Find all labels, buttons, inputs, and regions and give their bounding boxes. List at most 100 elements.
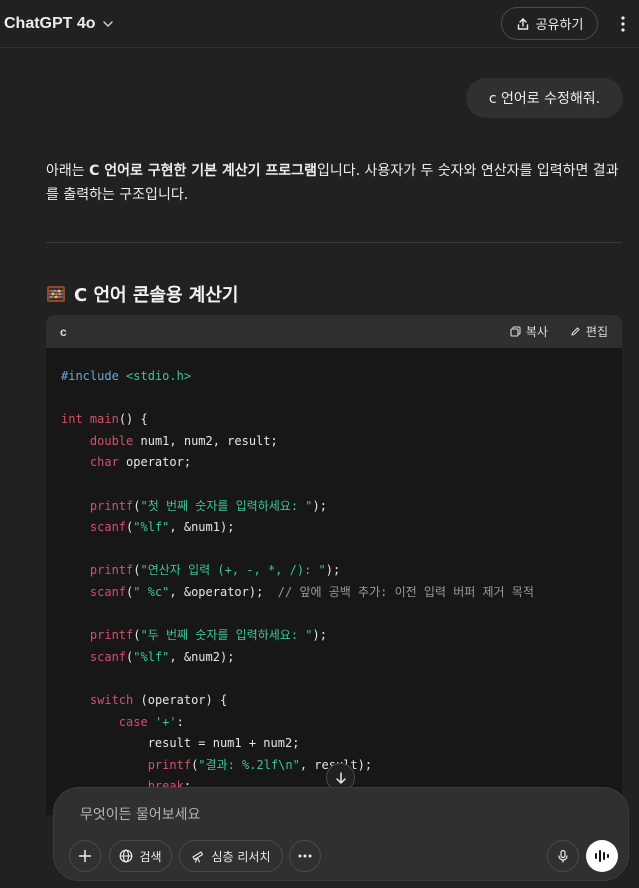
code-token: // 앞에 공백 추가: 이전 입력 버퍼 제거 목적 bbox=[277, 584, 534, 599]
code-content: #include <stdio.h> int main() { double nu… bbox=[46, 348, 622, 798]
more-horizontal-icon bbox=[298, 854, 312, 858]
code-language-label: c bbox=[60, 324, 67, 339]
code-token: (operator) { bbox=[133, 692, 228, 707]
code-line: scanf(" %c", &operator); // 앞에 공백 추가: 이전… bbox=[61, 582, 607, 604]
globe-icon bbox=[120, 849, 133, 863]
model-selector[interactable]: ChatGPT 4o bbox=[4, 12, 114, 36]
answer-text-pre: 아래는 bbox=[46, 163, 90, 179]
section-heading: C 언어 콘솔용 계산기 bbox=[46, 280, 239, 308]
message-composer: 검색 심층 리서치 bbox=[53, 787, 629, 881]
code-token: : bbox=[176, 714, 184, 729]
assistant-answer-text: 아래는 C 언어로 구현한 기본 계산기 프로그램입니다. 사용자가 두 숫자와… bbox=[46, 159, 626, 207]
code-token: ); bbox=[325, 563, 341, 578]
code-line: scanf("%lf", &num1); bbox=[61, 517, 607, 539]
code-line: char operator; bbox=[61, 452, 607, 474]
answer-text-bold: C 언어로 구현한 기본 계산기 프로그램 bbox=[89, 163, 317, 179]
code-line: case '+': bbox=[61, 712, 607, 734]
code-token: switch bbox=[89, 692, 134, 707]
more-options-button[interactable] bbox=[612, 12, 634, 36]
search-label: 검색 bbox=[139, 849, 162, 864]
code-line: double num1, num2, result; bbox=[61, 431, 607, 453]
code-line: int main() { bbox=[61, 409, 607, 431]
dictate-button[interactable] bbox=[547, 840, 579, 872]
telescope-icon bbox=[192, 851, 204, 863]
more-tools-button[interactable] bbox=[289, 840, 321, 872]
code-token: double bbox=[89, 433, 134, 448]
code-token: ( bbox=[133, 628, 141, 643]
code-block: c 복사 편집 #include <stdio.h> int main() { d… bbox=[46, 315, 622, 815]
code-token: "두 번째 숫자를 입력하세요: " bbox=[140, 628, 313, 643]
deep-research-button[interactable]: 심층 리서치 bbox=[179, 840, 283, 872]
code-token: char bbox=[89, 455, 119, 470]
abacus-icon bbox=[47, 286, 65, 302]
voice-mode-button[interactable] bbox=[586, 840, 618, 872]
code-token: operator; bbox=[118, 455, 192, 470]
copy-label: 복사 bbox=[525, 325, 548, 339]
code-token: "첫 번째 숫자를 입력하세요: " bbox=[140, 498, 313, 513]
code-token: #include bbox=[61, 369, 127, 383]
code-line: switch (operator) { bbox=[61, 690, 607, 712]
deep-research-label: 심층 리서치 bbox=[211, 849, 271, 864]
microphone-icon bbox=[558, 849, 568, 863]
code-block-header: c 복사 편집 bbox=[46, 315, 622, 348]
edit-code-button[interactable]: 편집 bbox=[570, 323, 608, 340]
code-token: scanf bbox=[89, 520, 127, 535]
code-token: , &num2); bbox=[169, 649, 235, 664]
user-message-bubble: c 언어로 수정해줘. bbox=[466, 78, 623, 118]
code-token: ); bbox=[312, 628, 327, 643]
code-token: '+' bbox=[154, 714, 177, 729]
share-icon bbox=[517, 17, 528, 30]
code-token: "결과: %.2lf\n" bbox=[198, 757, 300, 772]
code-token: " %c" bbox=[133, 584, 170, 599]
pencil-icon bbox=[571, 327, 580, 336]
copy-icon bbox=[510, 326, 521, 337]
section-divider bbox=[46, 242, 622, 243]
code-line: printf("첫 번째 숫자를 입력하세요: "); bbox=[61, 496, 607, 518]
prompt-input[interactable] bbox=[80, 804, 500, 826]
edit-label: 편집 bbox=[585, 325, 608, 339]
code-token: "%lf" bbox=[133, 520, 170, 535]
code-token: printf bbox=[147, 757, 192, 772]
code-token: ( bbox=[133, 498, 141, 513]
code-token: ); bbox=[312, 498, 327, 513]
top-bar: ChatGPT 4o 공유하기 bbox=[0, 0, 639, 48]
code-token: scanf bbox=[89, 649, 127, 664]
code-token: () { bbox=[118, 412, 148, 427]
share-button[interactable]: 공유하기 bbox=[501, 7, 598, 40]
code-token: num1, num2, result; bbox=[133, 433, 278, 448]
code-line: printf("연산자 입력 (+, -, *, /): "); bbox=[61, 560, 607, 582]
code-token: printf bbox=[89, 498, 134, 513]
code-token: "%lf" bbox=[133, 649, 170, 664]
share-label: 공유하기 bbox=[535, 18, 584, 33]
section-title-text: C 언어 콘솔용 계산기 bbox=[74, 285, 239, 306]
code-token: case bbox=[118, 714, 148, 729]
add-attachment-button[interactable] bbox=[69, 840, 101, 872]
code-line: #include <stdio.h> bbox=[61, 366, 607, 388]
voice-waveform-icon bbox=[595, 850, 609, 862]
code-token: , &num1); bbox=[169, 520, 235, 535]
code-actions: 복사 편집 bbox=[510, 323, 608, 340]
code-token: scanf bbox=[89, 584, 127, 599]
code-line: result = num1 + num2; bbox=[61, 733, 607, 755]
copy-code-button[interactable]: 복사 bbox=[510, 323, 548, 340]
code-token: int bbox=[61, 412, 83, 427]
search-button[interactable]: 검색 bbox=[109, 840, 172, 872]
more-vertical-icon bbox=[621, 16, 625, 32]
code-token: "연산자 입력 (+, -, *, /): " bbox=[140, 563, 326, 578]
